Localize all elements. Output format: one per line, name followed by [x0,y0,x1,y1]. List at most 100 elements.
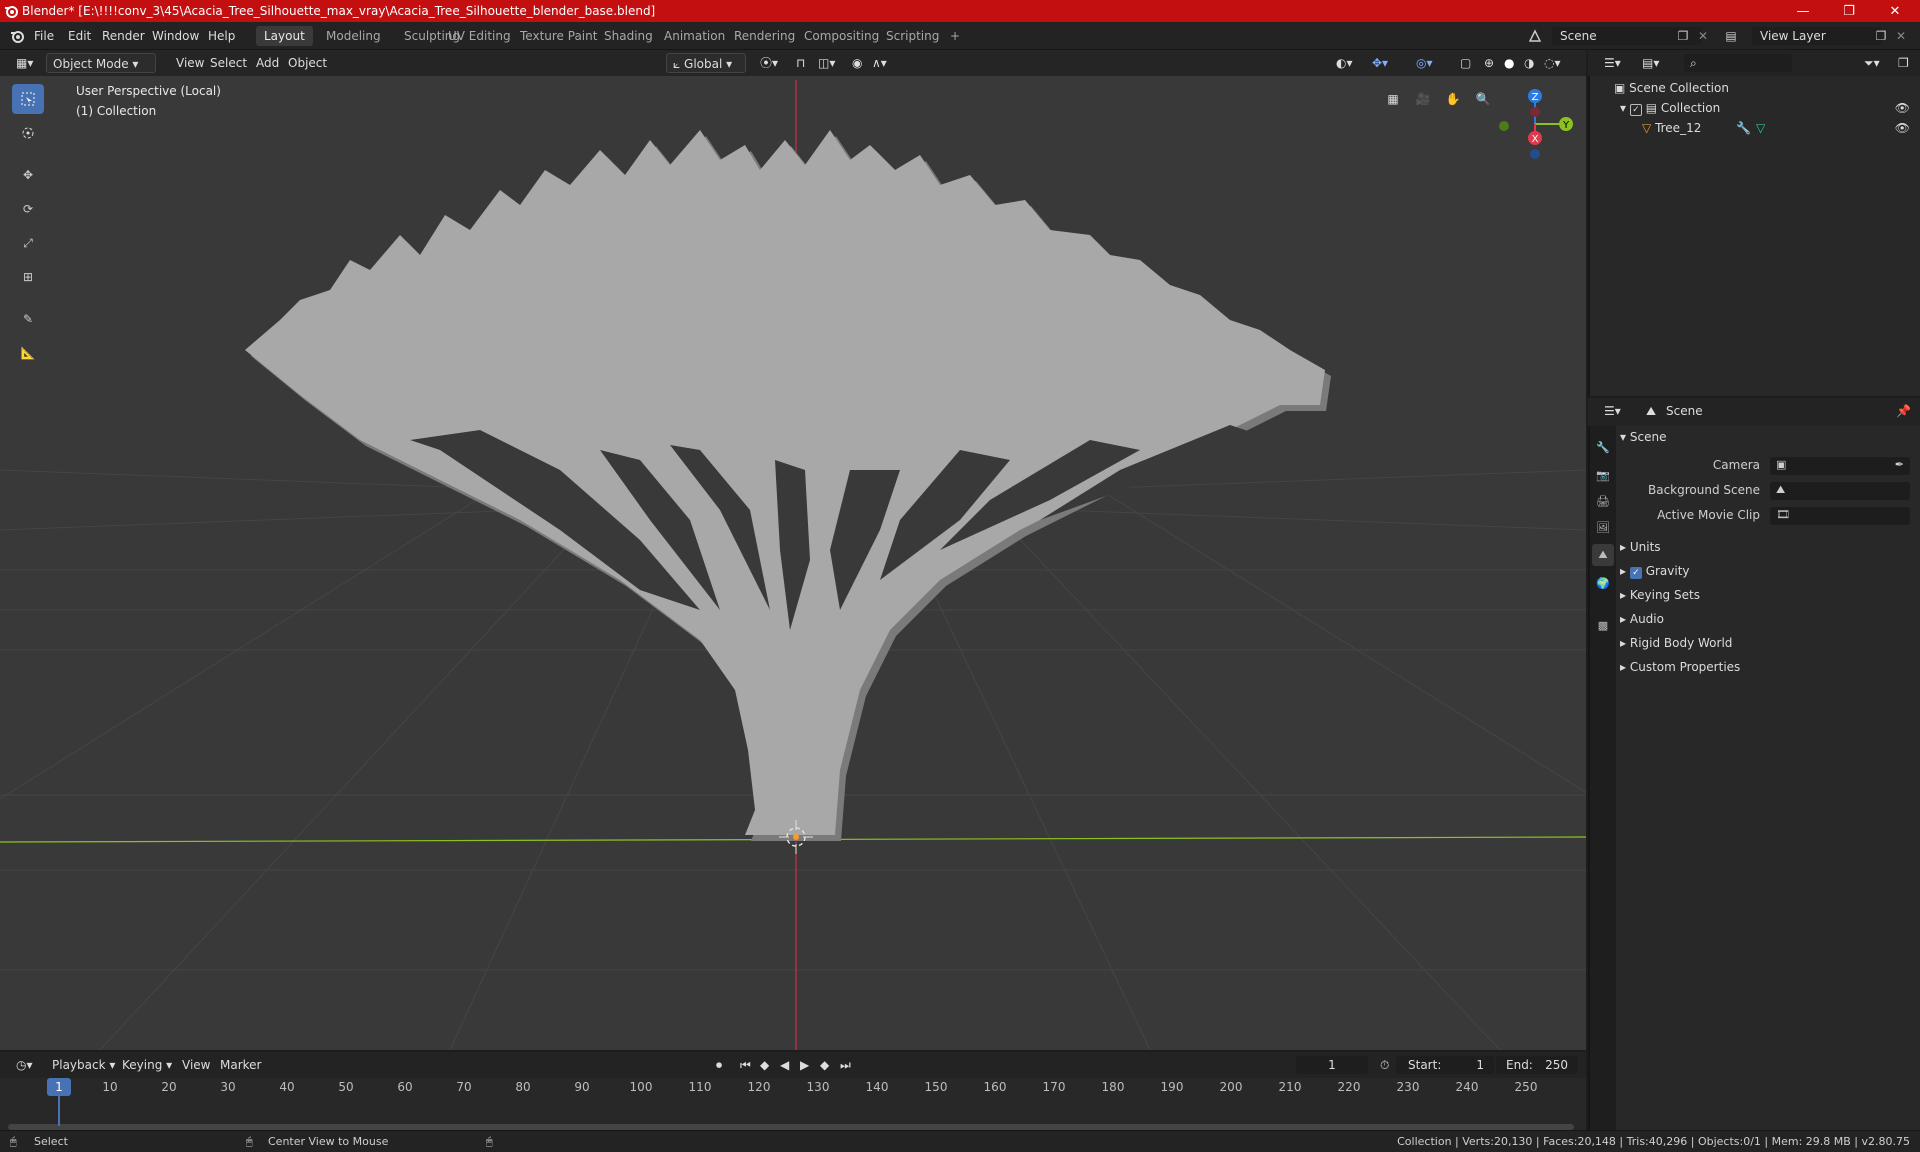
falloff-icon[interactable]: ∧▾ [866,53,893,73]
menu-edit[interactable]: Edit [62,27,97,45]
outliner-row-tree[interactable]: ▽ Tree_12 🔧 ▽ 👁 [1590,118,1920,138]
display-mode-icon[interactable]: ▤▾ [1636,53,1665,73]
visibility-eye-icon[interactable]: 👁 [1895,98,1910,118]
move-tool[interactable]: ✥ [12,160,44,190]
cursor-tool[interactable] [12,118,44,148]
menu-window[interactable]: Window [146,27,205,45]
texture-tab-icon[interactable]: ▩ [1592,614,1614,636]
audio-panel[interactable]: ▸ Audio [1620,608,1916,630]
maximize-button[interactable]: ❐ [1826,0,1872,22]
keying-sets-panel[interactable]: ▸ Keying Sets [1620,584,1916,606]
outliner-row-scene-collection[interactable]: ▣ Scene Collection [1590,78,1920,98]
scale-tool[interactable]: ⤢ [12,228,44,258]
timeline-view-menu[interactable]: View [176,1055,216,1075]
render-tab-icon[interactable]: 📷 [1592,464,1614,486]
expand-arrow-icon[interactable]: ▾ [1620,101,1626,115]
measure-tool[interactable]: 📐 [12,338,44,368]
pan-view-icon[interactable]: ✋ [1440,86,1466,112]
close-button[interactable]: ✕ [1872,0,1918,22]
gravity-checkbox[interactable]: ✓ [1629,567,1642,579]
modifier-wrench-icon[interactable]: 🔧 [1736,118,1751,138]
view-layer-tab-icon[interactable]: 🖼 [1592,516,1614,538]
scene-tab-icon[interactable]: ⛰ [1592,544,1614,566]
tab-scripting[interactable]: Scripting [878,26,947,46]
transform-tool[interactable]: ⊞ [12,262,44,292]
prev-keyframe-icon[interactable]: ◆ [754,1055,775,1075]
add-workspace-button[interactable]: + [942,26,968,46]
outliner-row-collection[interactable]: ▾ ✓ ▤ Collection 👁 [1590,98,1920,118]
units-panel[interactable]: ▸ Units [1620,536,1916,558]
eyedropper-icon[interactable]: ✒ [1895,458,1904,471]
tab-modeling[interactable]: Modeling [318,26,389,46]
editor-type-icon[interactable]: ▦▾ [10,53,39,73]
mesh-data-icon[interactable]: ▽ [1756,118,1765,138]
new-view-layer-icon[interactable]: ❐ [1872,27,1890,45]
rotate-tool[interactable]: ⟳ [12,194,44,224]
new-scene-icon[interactable]: ❐ [1674,27,1692,45]
rigid-body-world-panel[interactable]: ▸ Rigid Body World [1620,632,1916,654]
visibility-eye-icon[interactable]: 👁 [1895,118,1910,138]
camera-field[interactable]: ▣ ✒ [1770,457,1910,475]
pin-icon[interactable]: 📌 [1890,401,1917,421]
wireframe-shading-icon[interactable]: ⊕ [1478,53,1500,73]
play-reverse-icon[interactable]: ◀ [774,1055,795,1075]
new-collection-icon[interactable]: ❐ [1892,53,1915,73]
outliner-editor-type-icon[interactable]: ☰▾ [1598,53,1627,73]
gravity-panel[interactable]: ▸ ✓ Gravity [1620,560,1916,582]
tool-tab-icon[interactable]: 🔧 [1592,436,1614,458]
toggle-ortho-icon[interactable]: ▦ [1380,86,1406,112]
transform-orientation[interactable]: ⟀ Global ▾ [666,53,746,73]
blender-menu-icon[interactable] [8,27,26,45]
annotate-tool[interactable]: ✎ [12,304,44,334]
playhead-frame-indicator[interactable]: 1 [47,1078,71,1096]
menu-file[interactable]: File [28,27,60,45]
remove-scene-icon[interactable]: ✕ [1694,27,1712,45]
object-visibility-icon[interactable]: ◐▾ [1330,53,1359,73]
overlay-toggle-icon[interactable]: ◎▾ [1410,53,1439,73]
output-tab-icon[interactable]: 🖨 [1592,490,1614,512]
active-movie-clip-field[interactable]: 🎞 [1770,507,1910,525]
scene-icon[interactable] [1526,27,1544,45]
custom-properties-panel[interactable]: ▸ Custom Properties [1620,656,1916,678]
menu-object[interactable]: Object [282,53,333,73]
timeline-editor-type-icon[interactable]: ◷▾ [10,1055,39,1075]
gizmo-toggle-icon[interactable]: ✥▾ [1366,53,1394,73]
tab-shading[interactable]: Shading [596,26,661,46]
remove-view-layer-icon[interactable]: ✕ [1892,27,1910,45]
menu-help[interactable]: Help [202,27,241,45]
outliner-search-input[interactable]: ⌕ [1684,54,1792,72]
background-scene-field[interactable]: ⛰ [1770,482,1910,500]
collection-checkbox[interactable]: ✓ [1629,104,1642,116]
tab-compositing[interactable]: Compositing [796,26,887,46]
snap-icon[interactable]: ⊓ [790,53,811,73]
playback-menu[interactable]: Playback ▾ [46,1055,121,1075]
minimize-button[interactable]: — [1780,0,1826,22]
view-layer-icon[interactable]: ▤ [1722,27,1740,45]
snap-target-icon[interactable]: ◫▾ [812,53,841,73]
pivot-icon[interactable]: ⦿▾ [754,53,784,73]
marker-menu[interactable]: Marker [214,1055,267,1075]
tab-animation[interactable]: Animation [656,26,733,46]
xray-toggle-icon[interactable]: ▢ [1454,53,1477,73]
view-layer-selector[interactable]: View Layer [1752,27,1882,45]
tab-layout[interactable]: Layout [256,26,313,46]
mode-selector[interactable]: Object Mode ▾ [46,53,156,73]
menu-add[interactable]: Add [250,53,285,73]
tab-rendering[interactable]: Rendering [726,26,803,46]
3d-viewport[interactable] [0,50,1586,1050]
start-frame-field[interactable]: Start: 1 [1396,1056,1494,1074]
camera-view-icon[interactable]: 🎥 [1410,86,1436,112]
world-tab-icon[interactable]: 🌍 [1592,572,1614,594]
current-frame-field[interactable]: 1 [1296,1056,1368,1074]
tab-texture-paint[interactable]: Texture Paint [512,26,605,46]
scene-section-header[interactable]: ▾ Scene [1620,426,1916,448]
play-icon[interactable]: ▶ [794,1055,815,1075]
use-preview-range-icon[interactable]: ⏱ [1374,1055,1395,1075]
keying-menu[interactable]: Keying ▾ [116,1055,178,1075]
navigation-gizmo[interactable]: Z Y X [1490,84,1580,164]
select-box-tool[interactable] [12,84,44,114]
next-keyframe-icon[interactable]: ◆ [814,1055,835,1075]
jump-end-icon[interactable]: ⏭ [834,1055,857,1075]
record-icon[interactable]: ⏺ [710,1055,728,1075]
rendered-shading-icon[interactable]: ◌▾ [1538,53,1567,73]
